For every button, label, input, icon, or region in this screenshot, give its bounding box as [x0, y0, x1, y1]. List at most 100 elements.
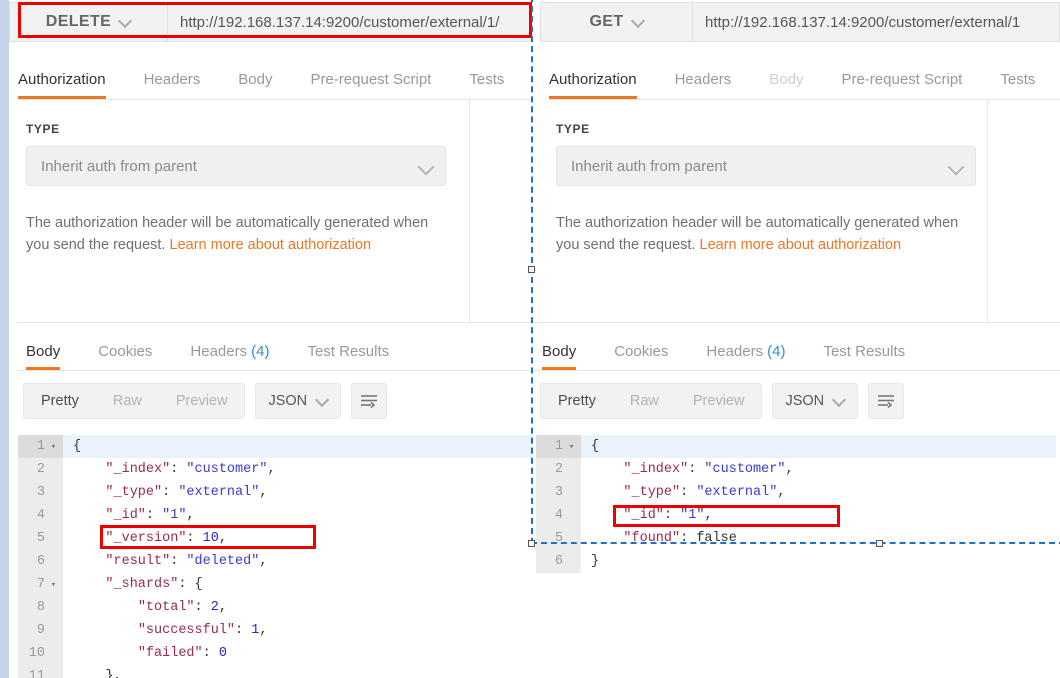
right-format-pretty[interactable]: Pretty: [541, 384, 613, 418]
code-line: 2 "_index": "customer",: [18, 458, 532, 481]
line-number: 7▾: [18, 573, 63, 596]
code-line: 9 "successful": 1,: [18, 619, 532, 642]
code-text: {: [581, 435, 1056, 458]
right-response-tab-headers[interactable]: Headers(4): [706, 343, 785, 370]
left-word-wrap-button[interactable]: [351, 383, 387, 419]
left-language-dropdown[interactable]: JSON: [255, 383, 341, 419]
line-number: 5: [18, 527, 63, 550]
code-text: "failed": 0: [63, 642, 532, 665]
left-auth-learn-more-link[interactable]: Learn more about authorization: [170, 237, 372, 253]
left-request-tab-headers[interactable]: Headers: [144, 71, 201, 99]
right-response-tabs: Body Cookies Headers(4) Test Results: [542, 330, 1042, 370]
right-format-toolbar: Pretty Raw Preview JSON: [540, 383, 904, 419]
chevron-down-icon: [317, 394, 328, 405]
right-method-dropdown[interactable]: GET: [540, 2, 692, 42]
line-number: 6: [18, 550, 63, 573]
code-text: "successful": 1,: [63, 619, 532, 642]
left-auth-type-value: Inherit auth from parent: [41, 158, 197, 175]
right-format-segmented-control[interactable]: Pretty Raw Preview: [540, 383, 762, 419]
code-line: 4 "_id": "1",: [536, 504, 1056, 527]
selection-handle-bottom-mid[interactable]: [876, 540, 883, 547]
left-url-input[interactable]: http://192.168.137.14:9200/customer/exte…: [167, 2, 532, 42]
line-number: 5: [536, 527, 581, 550]
tab-label: Headers: [706, 343, 763, 360]
right-auth-note: The authorization header will be automat…: [556, 212, 976, 256]
right-word-wrap-button[interactable]: [868, 383, 904, 419]
line-number: 4: [18, 504, 63, 527]
left-format-raw[interactable]: Raw: [96, 384, 159, 418]
code-line: 3 "_type": "external",: [18, 481, 532, 504]
code-text: "_index": "customer",: [581, 458, 1056, 481]
code-line: 1▾{: [18, 435, 532, 458]
right-response-tab-test-results[interactable]: Test Results: [823, 343, 905, 370]
left-auth-type-select[interactable]: Inherit auth from parent: [26, 146, 446, 186]
left-format-segmented-control[interactable]: Pretty Raw Preview: [23, 383, 245, 419]
left-response-editor[interactable]: 1▾{2 "_index": "customer",3 "_type": "ex…: [18, 435, 532, 678]
fold-toggle-icon[interactable]: ▾: [566, 442, 577, 452]
left-request-panel: DELETE http://192.168.137.14:9200/custom…: [9, 0, 532, 678]
line-number: 2: [18, 458, 63, 481]
right-request-panel: GET http://192.168.137.14:9200/customer/…: [532, 0, 1060, 678]
right-url-bar: GET http://192.168.137.14:9200/customer/…: [540, 2, 1060, 42]
tab-label: Cookies: [614, 343, 668, 360]
right-format-preview[interactable]: Preview: [676, 384, 762, 418]
fold-toggle-icon[interactable]: ▾: [48, 442, 59, 452]
right-request-tab-tests[interactable]: Tests: [1000, 71, 1035, 99]
right-panel-inner-divider: [987, 100, 988, 322]
right-request-tab-body[interactable]: Body: [769, 71, 803, 99]
chevron-down-icon: [633, 15, 644, 26]
line-number: 1▾: [536, 435, 581, 458]
code-text: "_id": "1",: [581, 504, 1056, 527]
left-response-tab-test-results[interactable]: Test Results: [307, 343, 389, 370]
right-request-tab-headers[interactable]: Headers: [675, 71, 732, 99]
code-text: "_id": "1",: [63, 504, 532, 527]
right-auth-learn-more-link[interactable]: Learn more about authorization: [700, 237, 902, 253]
left-response-tabs-rule: [18, 370, 532, 371]
right-format-raw[interactable]: Raw: [613, 384, 676, 418]
right-auth-type-value: Inherit auth from parent: [571, 158, 727, 175]
code-text: "found": false: [581, 527, 1056, 550]
right-response-tab-body[interactable]: Body: [542, 343, 576, 370]
left-format-pretty[interactable]: Pretty: [24, 384, 96, 418]
selection-handle-bottom-left[interactable]: [528, 540, 535, 547]
right-url-input[interactable]: http://192.168.137.14:9200/customer/exte…: [692, 2, 1060, 42]
left-response-tab-headers[interactable]: Headers(4): [190, 343, 269, 370]
right-response-tab-cookies[interactable]: Cookies: [614, 343, 668, 370]
left-panel-inner-divider: [469, 100, 470, 322]
right-response-editor[interactable]: 1▾{2 "_index": "customer",3 "_type": "ex…: [536, 435, 1056, 573]
left-format-toolbar: Pretty Raw Preview JSON: [23, 383, 387, 419]
code-line: 5 "_version": 10,: [18, 527, 532, 550]
left-request-tab-pre-request-script[interactable]: Pre-request Script: [310, 71, 431, 99]
left-request-tab-authorization[interactable]: Authorization: [18, 71, 106, 99]
code-line: 6 "result": "deleted",: [18, 550, 532, 573]
left-request-tab-tests[interactable]: Tests: [469, 71, 504, 99]
left-url-text: http://192.168.137.14:9200/customer/exte…: [180, 14, 499, 31]
right-request-tab-pre-request-script[interactable]: Pre-request Script: [841, 71, 962, 99]
code-text: }: [581, 550, 1056, 573]
right-request-tab-authorization[interactable]: Authorization: [549, 71, 637, 99]
right-method-label: GET: [589, 13, 623, 31]
selection-handle-left-mid[interactable]: [528, 266, 535, 273]
line-number: 9: [18, 619, 63, 642]
left-method-dropdown[interactable]: DELETE: [9, 2, 167, 42]
line-number: 1▾: [18, 435, 63, 458]
left-request-tab-body[interactable]: Body: [238, 71, 272, 99]
code-line: 5 "found": false: [536, 527, 1056, 550]
tab-label: Cookies: [98, 343, 152, 360]
left-response-tab-body[interactable]: Body: [26, 343, 60, 370]
line-number: 3: [18, 481, 63, 504]
code-line: 4 "_id": "1",: [18, 504, 532, 527]
fold-toggle-icon[interactable]: ▾: [48, 580, 59, 590]
code-line: 3 "_type": "external",: [536, 481, 1056, 504]
left-format-preview[interactable]: Preview: [159, 384, 245, 418]
line-number: 2: [536, 458, 581, 481]
left-response-tab-cookies[interactable]: Cookies: [98, 343, 152, 370]
tab-label: Headers: [190, 343, 247, 360]
line-number: 3: [536, 481, 581, 504]
left-url-bar: DELETE http://192.168.137.14:9200/custom…: [9, 2, 532, 42]
right-url-text: http://192.168.137.14:9200/customer/exte…: [705, 14, 1020, 31]
code-text: "_shards": {: [63, 573, 532, 596]
line-number: 8: [18, 596, 63, 619]
right-language-dropdown[interactable]: JSON: [772, 383, 858, 419]
right-auth-type-select[interactable]: Inherit auth from parent: [556, 146, 976, 186]
